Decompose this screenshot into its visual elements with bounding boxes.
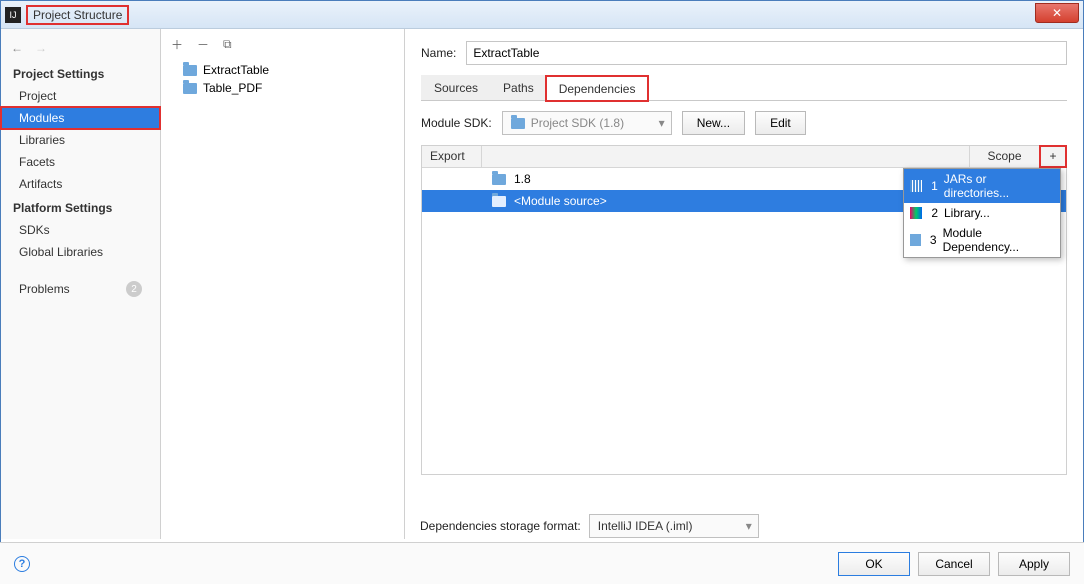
dep-label: <Module source> <box>514 194 607 208</box>
col-name <box>482 146 970 167</box>
nav-back-forward: ← → <box>1 35 160 61</box>
app-icon: IJ <box>5 7 21 23</box>
module-tree-panel: ＋ － ⧉ ExtractTable Table_PDF <box>161 29 405 539</box>
storage-select[interactable]: IntelliJ IDEA (.iml) <box>589 514 759 538</box>
module-icon <box>910 234 921 246</box>
sdk-select[interactable]: Project SDK (1.8) <box>502 111 672 135</box>
menu-index: 2 <box>928 206 938 220</box>
module-tabs: Sources Paths Dependencies <box>421 75 1067 101</box>
menu-index: 3 <box>927 233 936 247</box>
folder-icon <box>511 118 525 129</box>
dep-label: 1.8 <box>514 172 531 186</box>
tab-paths[interactable]: Paths <box>490 75 547 100</box>
platform-settings-header: Platform Settings <box>1 195 160 219</box>
menu-label: Module Dependency... <box>943 226 1054 254</box>
sidebar-item-global-libraries[interactable]: Global Libraries <box>1 241 160 263</box>
tree-node-extracttable[interactable]: ExtractTable <box>167 61 398 79</box>
cancel-button[interactable]: Cancel <box>918 552 990 576</box>
jar-icon <box>910 180 922 192</box>
tree-node-tablepdf[interactable]: Table_PDF <box>167 79 398 97</box>
menu-index: 1 <box>928 179 938 193</box>
sidebar-item-problems[interactable]: Problems 2 <box>1 277 160 301</box>
name-label: Name: <box>421 46 456 60</box>
folder-icon <box>183 65 197 76</box>
sdk-value: Project SDK (1.8) <box>531 116 624 130</box>
folder-icon <box>492 196 506 207</box>
tree-label: ExtractTable <box>203 63 269 77</box>
copy-module-icon[interactable]: ⧉ <box>223 37 232 52</box>
menu-label: Library... <box>944 206 990 220</box>
problems-badge: 2 <box>126 281 142 297</box>
storage-format-row: Dependencies storage format: IntelliJ ID… <box>420 514 759 538</box>
dialog-footer: ? OK Cancel Apply <box>0 542 1084 584</box>
window-title: Project Structure <box>27 6 128 24</box>
forward-icon[interactable]: → <box>35 41 47 55</box>
sidebar-item-libraries[interactable]: Libraries <box>1 129 160 151</box>
menu-module-dependency[interactable]: 3 Module Dependency... <box>904 223 1060 257</box>
sidebar-item-artifacts[interactable]: Artifacts <box>1 173 160 195</box>
ok-button[interactable]: OK <box>838 552 910 576</box>
sidebar-item-sdks[interactable]: SDKs <box>1 219 160 241</box>
back-icon[interactable]: ← <box>11 41 23 55</box>
dependencies-table: Export Scope + 1.8 <Module source> 1 <box>421 145 1067 475</box>
left-sidebar: ← → Project Settings Project Modules Lib… <box>1 29 161 539</box>
sidebar-item-project[interactable]: Project <box>1 85 160 107</box>
main-area: ← → Project Settings Project Modules Lib… <box>1 29 1083 539</box>
titlebar: IJ Project Structure ✕ <box>1 1 1083 29</box>
tab-dependencies[interactable]: Dependencies <box>546 76 649 101</box>
add-module-icon[interactable]: ＋ <box>171 36 183 53</box>
add-dependency-menu: 1 JARs or directories... 2 Library... 3 … <box>903 168 1061 258</box>
close-button[interactable]: ✕ <box>1035 3 1079 23</box>
tree-label: Table_PDF <box>203 81 262 95</box>
problems-label: Problems <box>19 282 70 296</box>
sidebar-item-modules[interactable]: Modules <box>1 107 160 129</box>
storage-label: Dependencies storage format: <box>420 519 581 533</box>
menu-library[interactable]: 2 Library... <box>904 203 1060 223</box>
storage-value: IntelliJ IDEA (.iml) <box>598 519 693 533</box>
help-icon[interactable]: ? <box>14 556 30 572</box>
apply-button[interactable]: Apply <box>998 552 1070 576</box>
library-icon <box>910 207 922 219</box>
col-export[interactable]: Export <box>422 146 482 167</box>
project-settings-header: Project Settings <box>1 61 160 85</box>
remove-module-icon[interactable]: － <box>197 36 209 53</box>
module-editor: Name: Sources Paths Dependencies Module … <box>405 29 1083 539</box>
menu-jars[interactable]: 1 JARs or directories... <box>904 169 1060 203</box>
tab-sources[interactable]: Sources <box>421 75 491 100</box>
edit-sdk-button[interactable]: Edit <box>755 111 806 135</box>
menu-label: JARs or directories... <box>944 172 1054 200</box>
folder-icon <box>183 83 197 94</box>
col-scope[interactable]: Scope <box>970 146 1040 167</box>
sdk-label: Module SDK: <box>421 116 492 130</box>
add-dependency-button[interactable]: + <box>1040 146 1066 167</box>
sidebar-item-facets[interactable]: Facets <box>1 151 160 173</box>
new-sdk-button[interactable]: New... <box>682 111 745 135</box>
module-name-input[interactable] <box>466 41 1067 65</box>
folder-icon <box>492 174 506 185</box>
tree-toolbar: ＋ － ⧉ <box>161 29 404 59</box>
